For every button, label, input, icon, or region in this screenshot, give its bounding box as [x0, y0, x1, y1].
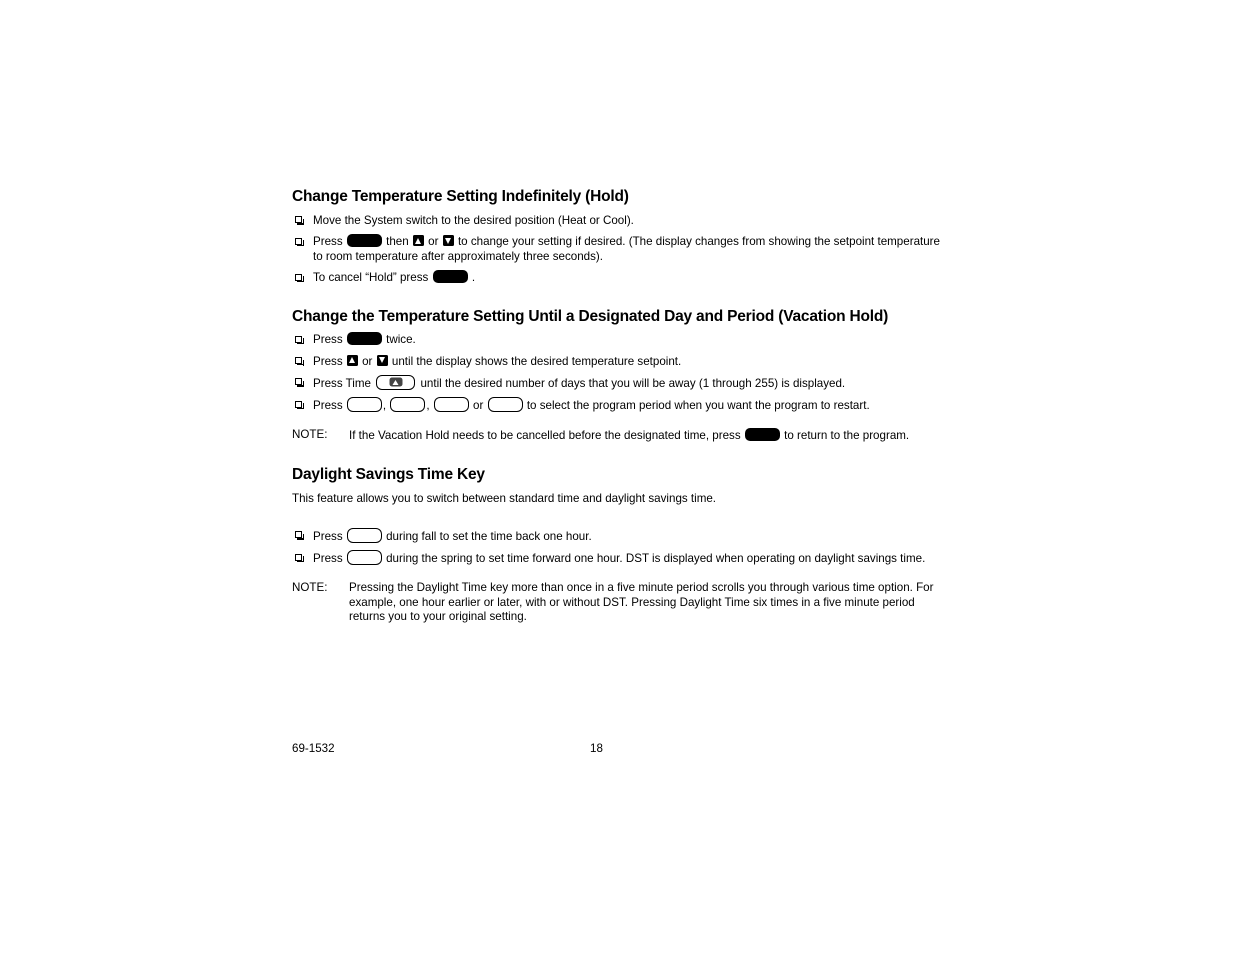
list-item: Press , , or to select the program perio… [292, 397, 942, 413]
separator-comma-1: , [382, 399, 387, 413]
section-daylight-savings: Daylight Savings Time Key This feature a… [292, 466, 942, 625]
note-body: Pressing the Daylight Time key more than… [349, 581, 934, 624]
list-item-text: To cancel “Hold” press [313, 271, 429, 285]
list-item: Move the System switch to the desired po… [292, 213, 942, 228]
checkbox-bullet-icon [295, 378, 305, 387]
list-item-text: Press [313, 333, 343, 347]
page-content: Change Temperature Setting Indefinitely … [292, 188, 942, 625]
note-text: to return to the program. [784, 429, 910, 443]
up-arrow-key-icon [412, 235, 424, 247]
list-item-text: then [386, 235, 409, 249]
checkbox-bullet-icon [295, 531, 305, 540]
note-daylight-savings: NOTE: Pressing the Daylight Time key mor… [292, 581, 942, 625]
list-item-text: Press [313, 354, 343, 368]
hold-key-icon [346, 332, 382, 346]
list-item-text: Press [313, 529, 343, 543]
daylight-key-icon [346, 527, 382, 543]
document-number: 69-1532 [292, 742, 335, 755]
program-period-key-2-icon [390, 397, 426, 413]
list-item-text: or [473, 399, 484, 413]
daylight-key-icon [346, 550, 382, 566]
note-label: NOTE: [292, 428, 328, 442]
up-arrow-key-icon [346, 354, 358, 366]
list-item: Press then or to change your setting if … [292, 234, 942, 264]
list-item-text: until the display shows the desired temp… [391, 354, 682, 368]
checkbox-bullet-icon [295, 237, 305, 246]
page-number: 18 [590, 742, 603, 755]
list-item-text: . [471, 271, 476, 285]
note-text: If the Vacation Hold needs to be cancell… [349, 429, 741, 443]
hold-key-icon [744, 428, 780, 442]
checkbox-bullet-icon [295, 273, 305, 283]
list-item: Press Time until the desired number of d… [292, 374, 942, 391]
section-heading-hold: Change Temperature Setting Indefinitely … [292, 188, 629, 205]
section-heading-vacation-hold: Change the Temperature Setting Until a D… [292, 307, 889, 325]
time-key-icon [376, 374, 416, 390]
list-item: Press during fall to set the time back o… [292, 527, 942, 544]
daylight-savings-intro: This feature allows you to switch betwee… [292, 491, 717, 505]
section-vacation-hold: Change the Temperature Setting Until a D… [292, 308, 942, 444]
program-period-key-1-icon [346, 397, 382, 413]
section-heading-daylight-savings: Daylight Savings Time Key [292, 465, 485, 483]
note-label: NOTE: [292, 581, 328, 595]
checklist-vacation-hold: Press twice. Press or until the display … [292, 332, 942, 413]
list-item: Press or until the display shows the des… [292, 354, 942, 369]
hold-key-icon [432, 270, 468, 284]
list-item-text: during fall to set the time back one hou… [386, 529, 592, 543]
checkbox-bullet-icon [295, 553, 305, 562]
checklist-hold: Move the System switch to the desired po… [292, 213, 942, 286]
down-arrow-key-icon [442, 235, 454, 247]
list-item-text: Press Time [313, 376, 371, 390]
checkbox-bullet-icon [295, 400, 305, 409]
list-item-text: Move the System switch to the desired po… [313, 213, 634, 227]
list-item-text: twice. [386, 333, 416, 347]
checkbox-bullet-icon [295, 216, 305, 225]
list-item-text: or [362, 354, 373, 368]
list-item-text: Press [313, 399, 343, 413]
program-period-key-4-icon [487, 397, 523, 413]
note-body: If the Vacation Hold needs to be cancell… [349, 428, 942, 444]
list-item-text: or [428, 235, 439, 249]
list-item-text: Press [313, 235, 343, 249]
hold-key-icon [346, 234, 382, 248]
list-item-text: during the spring to set time forward on… [386, 552, 926, 566]
checkbox-bullet-icon [295, 335, 305, 345]
note-vacation-hold: NOTE: If the Vacation Hold needs to be c… [292, 428, 942, 444]
section-hold: Change Temperature Setting Indefinitely … [292, 188, 942, 286]
list-item: To cancel “Hold” press . [292, 270, 942, 285]
time-key-up-triangle-icon [389, 377, 403, 387]
checkbox-bullet-icon [295, 357, 305, 366]
list-item: Press twice. [292, 332, 942, 347]
program-period-key-3-icon [433, 397, 469, 413]
list-item-text: Press [313, 552, 343, 566]
list-item-text: until the desired number of days that yo… [420, 376, 846, 390]
down-arrow-key-icon [376, 354, 388, 366]
list-item: Press during the spring to set time forw… [292, 550, 942, 566]
checklist-daylight-savings: Press during fall to set the time back o… [292, 527, 942, 566]
list-item-text: to select the program period when you wa… [526, 399, 870, 413]
separator-comma-2: , [426, 399, 430, 413]
